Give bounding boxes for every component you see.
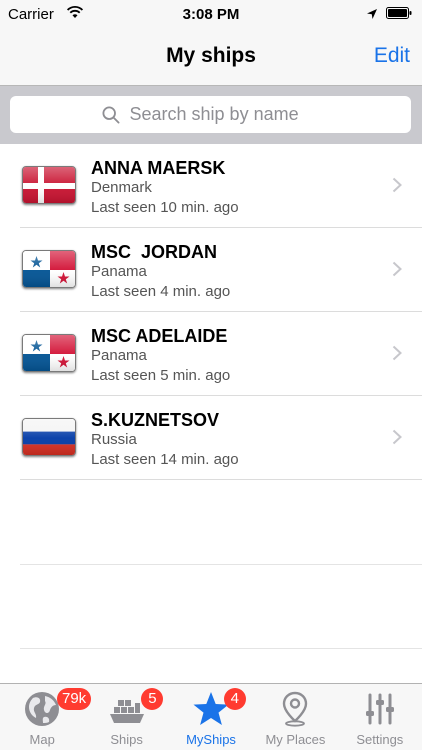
- ship-country: Panama: [91, 263, 147, 280]
- tab-bar: 79k Map 5 Ships 4 MyShips My Places Sett…: [0, 683, 422, 750]
- search-field[interactable]: [10, 96, 411, 133]
- chevron-right-icon: [392, 345, 402, 361]
- empty-row-divider: [20, 648, 422, 649]
- battery-icon: [386, 7, 412, 19]
- sliders-icon: [365, 693, 394, 725]
- ship-last-seen: Last seen 14 min. ago: [91, 451, 239, 468]
- tab-label: My Places: [265, 732, 326, 747]
- ship-row[interactable]: S.KUZNETSOV Russia Last seen 14 min. ago: [20, 396, 422, 480]
- myships-badge: 4: [223, 688, 246, 710]
- panama-flag: [22, 334, 76, 372]
- ship-name: S.KUZNETSOV: [91, 410, 220, 430]
- ship-name: ANNA MAERSK: [91, 158, 226, 178]
- chevron-right-icon: [392, 177, 402, 193]
- globe-icon: [25, 692, 60, 726]
- ship-name: MSC ADELAIDE: [91, 326, 228, 346]
- tab-map[interactable]: 79k Map: [0, 684, 92, 750]
- status-bar: Carrier 3:08 PM: [0, 0, 422, 30]
- ship-row[interactable]: ANNA MAERSK Denmark Last seen 10 min. ag…: [20, 144, 422, 228]
- ship-last-seen: Last seen 5 min. ago: [91, 367, 231, 384]
- ship-list: ANNA MAERSK Denmark Last seen 10 min. ag…: [0, 144, 422, 480]
- ships-badge: 5: [141, 688, 164, 710]
- tab-my-places[interactable]: My Places: [253, 684, 337, 750]
- russia-flag: [22, 418, 76, 456]
- search-icon: [101, 105, 120, 124]
- empty-row-divider: [20, 564, 422, 565]
- ship-country: Russia: [91, 431, 137, 448]
- page-title: My ships: [166, 44, 256, 67]
- search-input[interactable]: [129, 104, 320, 125]
- edit-button[interactable]: Edit: [374, 44, 410, 68]
- ship-last-seen: Last seen 4 min. ago: [91, 283, 231, 300]
- ship-row[interactable]: MSC JORDAN Panama Last seen 4 min. ago: [20, 228, 422, 312]
- chevron-right-icon: [392, 429, 402, 445]
- chevron-right-icon: [392, 261, 402, 277]
- location-arrow-icon: [367, 9, 377, 19]
- ship-name: MSC JORDAN: [91, 242, 218, 262]
- navigation-bar: My ships Edit: [0, 30, 422, 86]
- location-pin-icon: [283, 691, 308, 727]
- denmark-flag: [22, 166, 76, 204]
- ship-row[interactable]: MSC ADELAIDE Panama Last seen 5 min. ago: [20, 312, 422, 396]
- tab-settings[interactable]: Settings: [338, 684, 422, 750]
- ship-country: Panama: [91, 347, 147, 364]
- ship-last-seen: Last seen 10 min. ago: [91, 199, 239, 216]
- cargo-ship-icon: [109, 700, 144, 723]
- panama-flag: [22, 250, 76, 288]
- tab-ships[interactable]: 5 Ships: [84, 684, 168, 750]
- tab-label: Map: [29, 732, 55, 747]
- clock: 3:08 PM: [182, 6, 240, 23]
- tab-label: Settings: [356, 732, 404, 747]
- tab-label: MyShips: [186, 732, 236, 747]
- tab-label: Ships: [110, 732, 143, 747]
- ship-country: Denmark: [91, 179, 152, 196]
- tab-myships[interactable]: 4 MyShips: [169, 684, 253, 750]
- search-bar: [0, 86, 422, 144]
